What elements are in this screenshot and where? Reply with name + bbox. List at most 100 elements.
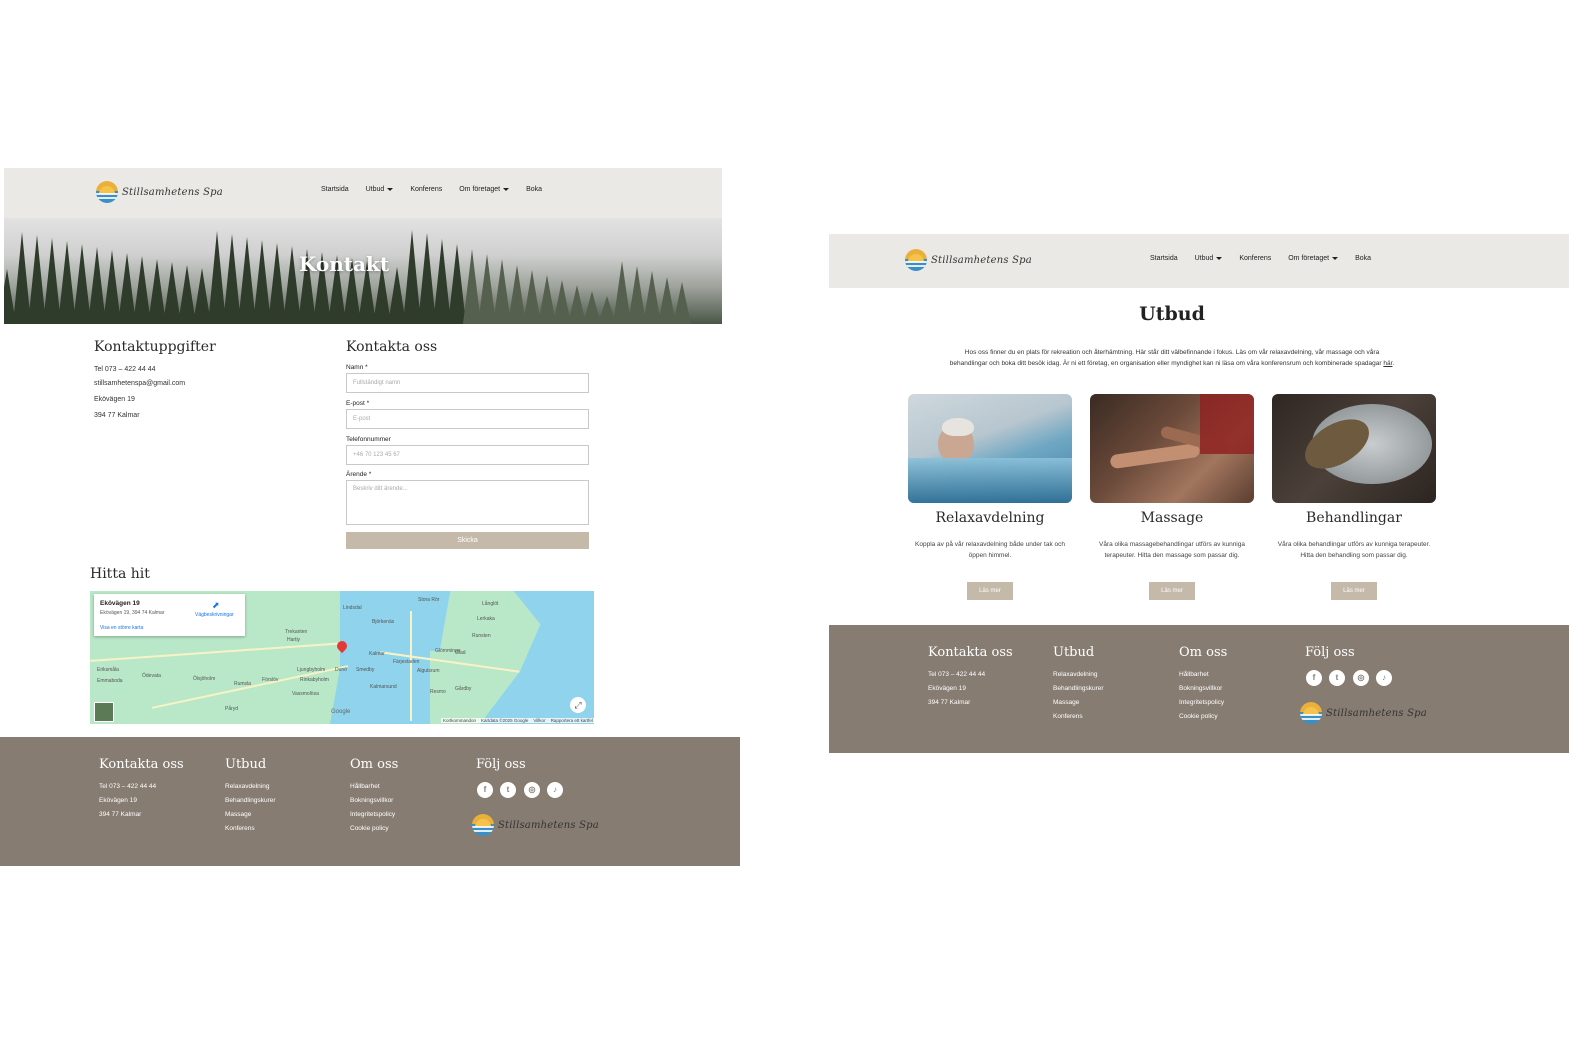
site-header: Stillsamhetens Spa Startsida Utbud Konfe… xyxy=(829,234,1569,288)
footer-link[interactable]: Cookie policy xyxy=(1179,713,1218,720)
read-more-button[interactable]: Läs mer xyxy=(1331,582,1377,600)
map-place-label: Dunö xyxy=(335,667,347,673)
send-button[interactable]: Skicka xyxy=(346,532,589,549)
footer-follow-heading: Följ oss xyxy=(1305,645,1355,660)
fullscreen-icon[interactable]: ⤢ xyxy=(570,697,586,713)
map-place-label: Resmo xyxy=(430,689,446,695)
directions-icon[interactable]: ⬈ xyxy=(212,600,220,611)
logo-text: Stillsamhetens Spa xyxy=(122,186,223,198)
relax-image[interactable] xyxy=(908,394,1072,503)
nav-konferens[interactable]: Konferens xyxy=(1239,255,1271,262)
twitter-icon[interactable]: t xyxy=(500,782,516,798)
footer-link[interactable]: Behandlingskurer xyxy=(1053,685,1104,692)
footer-phone: Tel 073 – 422 44 44 xyxy=(928,671,986,678)
satellite-toggle[interactable] xyxy=(94,702,114,722)
subject-label: Ärende * xyxy=(346,471,372,478)
massage-image[interactable] xyxy=(1090,394,1254,503)
attribution-item: Kartdata ©2025 Google xyxy=(481,718,529,723)
footer-link[interactable]: Cookie policy xyxy=(350,825,389,832)
google-watermark: Google xyxy=(331,709,351,715)
nav-startsida[interactable]: Startsida xyxy=(321,186,349,193)
footer-link[interactable]: Bokningsvillkor xyxy=(350,797,393,804)
map-place-label: Smedby xyxy=(356,667,375,673)
hero-banner: Kontakt xyxy=(4,218,722,324)
sun-wave-logo-icon xyxy=(96,181,118,203)
main-nav: Startsida Utbud Konferens Om företaget B… xyxy=(1150,255,1371,262)
nav-utbud[interactable]: Utbud xyxy=(366,186,394,193)
nav-startsida[interactable]: Startsida xyxy=(1150,255,1178,262)
map-place-label: Lindsdal xyxy=(343,605,362,611)
directions-link[interactable]: Vägbeskrivningar xyxy=(195,612,234,618)
map-place-label: Emmaboda xyxy=(97,678,123,684)
facebook-icon[interactable]: f xyxy=(477,782,493,798)
footer-logo[interactable]: Stillsamhetens Spa xyxy=(1300,702,1427,724)
footer-link[interactable]: Hållbarhet xyxy=(350,783,380,790)
footer-link[interactable]: Behandlingskurer xyxy=(225,797,276,804)
sun-wave-logo-icon xyxy=(1300,702,1322,724)
footer-city: 394 77 Kalmar xyxy=(99,811,142,818)
footer-logo[interactable]: Stillsamhetens Spa xyxy=(472,814,599,836)
page-title: Utbud xyxy=(1139,303,1205,325)
logo-text: Stillsamhetens Spa xyxy=(1326,707,1427,719)
footer-link[interactable]: Massage xyxy=(225,811,251,818)
chevron-down-icon xyxy=(1332,256,1339,260)
map-place-label: Vassmolösa xyxy=(292,691,319,697)
instagram-icon[interactable]: ◎ xyxy=(524,782,540,798)
nav-boka[interactable]: Boka xyxy=(526,186,542,193)
map-place-label: Färjestaden xyxy=(393,659,420,665)
footer-link[interactable]: Integritetspolicy xyxy=(350,811,395,818)
footer-link[interactable]: Konferens xyxy=(1053,713,1083,720)
tiktok-icon[interactable]: ♪ xyxy=(547,782,563,798)
nav-om-foretaget[interactable]: Om företaget xyxy=(459,186,510,193)
footer-follow-heading: Följ oss xyxy=(476,757,526,772)
footer-link[interactable]: Relaxavdelning xyxy=(1053,671,1097,678)
nav-om-foretaget[interactable]: Om företaget xyxy=(1288,255,1339,262)
intro-link[interactable]: här xyxy=(1383,360,1392,367)
email-label: E-post * xyxy=(346,400,370,407)
footer-phone: Tel 073 – 422 44 44 xyxy=(99,783,157,790)
instagram-icon[interactable]: ◎ xyxy=(1353,670,1369,686)
subject-textarea[interactable]: Beskriv ditt ärende... xyxy=(346,480,589,525)
footer-link[interactable]: Relaxavdelning xyxy=(225,783,269,790)
sun-wave-logo-icon xyxy=(472,814,494,836)
map-card-address: Ekövägen 19, 394 74 Kalmar xyxy=(100,610,165,616)
map-place-label: Ljungbyholm xyxy=(297,667,326,673)
tiktok-icon[interactable]: ♪ xyxy=(1376,670,1392,686)
attribution-item[interactable]: Kortkommandon xyxy=(443,718,476,723)
attribution-item[interactable]: Rapportera ett kartfel xyxy=(551,718,593,723)
contact-email[interactable]: stillsamhetenspa@gmail.com xyxy=(94,380,185,387)
bigger-map-link[interactable]: Visa en större karta xyxy=(100,625,143,631)
footer-link[interactable]: Massage xyxy=(1053,699,1079,706)
footer-om-heading: Om oss xyxy=(350,757,399,772)
map-place-label: Påryd xyxy=(225,706,239,712)
footer-city: 394 77 Kalmar xyxy=(928,699,971,706)
footer-link[interactable]: Bokningsvillkor xyxy=(1179,685,1222,692)
phone-field[interactable]: +46 70 123 45 67 xyxy=(346,445,589,465)
attribution-item[interactable]: Villkor xyxy=(533,718,545,723)
treatment-image[interactable] xyxy=(1272,394,1436,503)
site-logo[interactable]: Stillsamhetens Spa xyxy=(905,249,1032,271)
map-place-label: Ödevata xyxy=(142,673,161,679)
nav-utbud[interactable]: Utbud xyxy=(1195,255,1223,262)
read-more-button[interactable]: Läs mer xyxy=(967,582,1013,600)
nav-boka[interactable]: Boka xyxy=(1355,255,1371,262)
footer-contact-heading: Kontakta oss xyxy=(99,757,184,772)
phone-label: Telefonnummer xyxy=(346,436,391,443)
footer-link[interactable]: Integritetspolicy xyxy=(1179,699,1224,706)
footer-utbud-heading: Utbud xyxy=(1053,645,1095,660)
nav-konferens[interactable]: Konferens xyxy=(410,186,442,193)
map-heading: Hitta hit xyxy=(90,566,150,582)
twitter-icon[interactable]: t xyxy=(1329,670,1345,686)
footer-link[interactable]: Hållbarhet xyxy=(1179,671,1209,678)
chevron-down-icon xyxy=(503,187,510,191)
card-text-relax: Koppla av på vår relaxavdelning både und… xyxy=(915,541,1065,559)
facebook-icon[interactable]: f xyxy=(1306,670,1322,686)
site-logo[interactable]: Stillsamhetens Spa xyxy=(96,181,223,203)
footer-link[interactable]: Konferens xyxy=(225,825,255,832)
email-field[interactable]: E-post xyxy=(346,409,589,429)
name-label: Namn * xyxy=(346,364,368,371)
map-place-label: Eriksmåla xyxy=(97,667,119,673)
card-text-massage: Våra olika massagebehandlingar utförs av… xyxy=(1099,541,1245,559)
name-field[interactable]: Fullständigt namn xyxy=(346,373,589,393)
read-more-button[interactable]: Läs mer xyxy=(1149,582,1195,600)
